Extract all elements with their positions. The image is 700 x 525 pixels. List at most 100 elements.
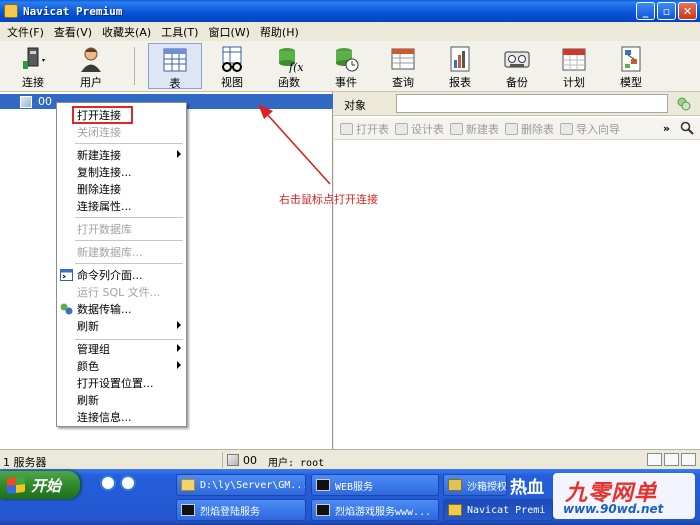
- query-icon: [389, 45, 417, 73]
- menu-window[interactable]: 窗口(W): [203, 24, 254, 40]
- open-table-icon: [340, 122, 353, 135]
- taskbar-button-web-service[interactable]: WEB服务: [311, 474, 439, 496]
- menu-separator: [75, 339, 183, 340]
- menu-connection-info[interactable]: 连接信息...: [57, 409, 186, 425]
- menu-favorites[interactable]: 收藏夹(A): [97, 24, 156, 40]
- menu-run-sql-file: 运行 SQL 文件...: [77, 286, 161, 299]
- search-icon[interactable]: [680, 121, 694, 138]
- function-button[interactable]: f(x) 函数: [262, 43, 316, 89]
- design-table-icon: [395, 122, 408, 135]
- report-button[interactable]: 报表: [433, 43, 487, 89]
- folder-icon: [181, 479, 195, 491]
- menu-separator: [75, 240, 183, 241]
- model-label: 模型: [620, 76, 642, 89]
- user-button[interactable]: 用户: [64, 43, 118, 89]
- windows-logo-icon: [7, 476, 25, 494]
- console-window-icon: [316, 504, 330, 516]
- taskbar-button-sandbox[interactable]: 沙箱授权: [443, 474, 507, 496]
- menu-open-database: 打开数据库: [77, 223, 132, 236]
- menu-new-connection[interactable]: 新建连接: [57, 147, 186, 163]
- menu-manage-group[interactable]: 管理组: [57, 341, 186, 357]
- new-table-button[interactable]: 新建表: [450, 121, 499, 137]
- title-bar[interactable]: Navicat Premium _ ▫ ✕: [0, 0, 700, 22]
- taskbar-button-navicat[interactable]: Navicat Premi: [443, 499, 553, 521]
- detail-view-icon[interactable]: [664, 453, 679, 466]
- connect-button[interactable]: 连接: [6, 43, 60, 89]
- close-button[interactable]: ✕: [678, 2, 697, 20]
- menu-separator: [75, 217, 183, 218]
- internet-explorer-icon[interactable]: [100, 475, 116, 491]
- view-button[interactable]: 视图: [205, 43, 259, 89]
- event-icon: [332, 45, 360, 73]
- menu-copy-connection[interactable]: 复制连接...: [57, 164, 186, 180]
- open-table-button[interactable]: 打开表: [340, 121, 389, 137]
- more-actions-icon[interactable]: »: [663, 122, 670, 135]
- status-bar: 1 服务器 00 用户: root: [0, 449, 700, 469]
- model-button[interactable]: 模型: [604, 43, 658, 89]
- menu-view[interactable]: 查看(V): [49, 24, 97, 40]
- list-view-icon[interactable]: [647, 453, 662, 466]
- design-table-button[interactable]: 设计表: [395, 121, 444, 137]
- status-user: 用户: root: [268, 458, 325, 469]
- query-label: 查询: [392, 76, 414, 89]
- filter-icon[interactable]: [676, 96, 692, 112]
- schedule-label: 计划: [563, 76, 585, 89]
- backup-button[interactable]: 备份: [490, 43, 544, 89]
- calendar-icon: [560, 45, 588, 73]
- schedule-button[interactable]: 计划: [547, 43, 601, 89]
- svg-text:f(x): f(x): [288, 61, 303, 73]
- menu-color[interactable]: 颜色: [57, 358, 186, 374]
- tree-item-label: 00: [38, 95, 52, 108]
- object-tab-bar: 对象: [334, 92, 700, 116]
- menu-separator: [75, 143, 183, 144]
- menu-console[interactable]: 命令列介面...: [57, 267, 186, 283]
- view-icon: [218, 45, 246, 73]
- quick-launch-icon[interactable]: [120, 475, 136, 491]
- menu-help[interactable]: 帮助(H): [255, 24, 304, 40]
- menu-tools[interactable]: 工具(T): [156, 24, 203, 40]
- menu-refresh-submenu[interactable]: 刷新: [57, 318, 186, 334]
- highlight-box: [72, 106, 133, 124]
- sandbox-icon: [448, 479, 462, 491]
- tab-objects[interactable]: 对象: [344, 97, 366, 113]
- menu-delete-connection[interactable]: 删除连接: [57, 181, 186, 197]
- menu-file[interactable]: 文件(F): [2, 24, 49, 40]
- toolbar-separator: [134, 47, 135, 85]
- minimize-button[interactable]: _: [636, 2, 655, 20]
- console-window-icon: [316, 479, 330, 491]
- event-button[interactable]: 事件: [319, 43, 373, 89]
- query-button[interactable]: 查询: [376, 43, 430, 89]
- object-action-toolbar: 打开表 设计表 新建表 删除表 导入向导 »: [334, 118, 700, 140]
- taskbar-button-login-service[interactable]: 烈焰登陆服务: [176, 499, 306, 521]
- delete-table-button[interactable]: 删除表: [505, 121, 554, 137]
- console-window-icon: [181, 504, 195, 516]
- submenu-arrow-icon: [177, 344, 181, 352]
- menu-connection-properties[interactable]: 连接属性...: [57, 198, 186, 214]
- connection-icon: [227, 454, 239, 466]
- taskbar-button-explorer[interactable]: D:\ly\Server\GM...: [176, 474, 306, 496]
- table-button[interactable]: 表: [148, 43, 202, 90]
- delete-table-icon: [505, 122, 518, 135]
- menu-separator: [75, 263, 183, 264]
- menu-open-settings-location[interactable]: 打开设置位置...: [57, 375, 186, 391]
- navicat-app-icon: [4, 4, 18, 18]
- main-toolbar: 连接 用户 表 视图 f(x) 函数 事件 查询: [0, 41, 700, 92]
- import-wizard-icon: [560, 122, 573, 135]
- function-icon: f(x): [275, 45, 303, 73]
- import-wizard-button[interactable]: 导入向导: [560, 121, 620, 137]
- user-icon: [77, 45, 105, 73]
- maximize-button[interactable]: ▫: [657, 2, 676, 20]
- report-icon: [446, 45, 474, 73]
- menu-data-transfer[interactable]: 数据传输...: [57, 301, 186, 317]
- start-button[interactable]: 开始: [0, 471, 80, 499]
- connect-icon: [19, 45, 47, 73]
- object-panel: 对象 打开表 设计表 新建表 删除表 导入向导 »: [334, 92, 700, 449]
- object-search-input[interactable]: [396, 94, 668, 113]
- submenu-arrow-icon: [177, 361, 181, 369]
- navicat-app-icon: [448, 504, 462, 516]
- submenu-arrow-icon: [177, 321, 181, 329]
- icon-view-icon[interactable]: [681, 453, 696, 466]
- menu-refresh[interactable]: 刷新: [57, 392, 186, 408]
- taskbar-button-game-service[interactable]: 烈焰游戏服务www...: [311, 499, 439, 521]
- watermark-url: www.90wd.net: [563, 502, 664, 516]
